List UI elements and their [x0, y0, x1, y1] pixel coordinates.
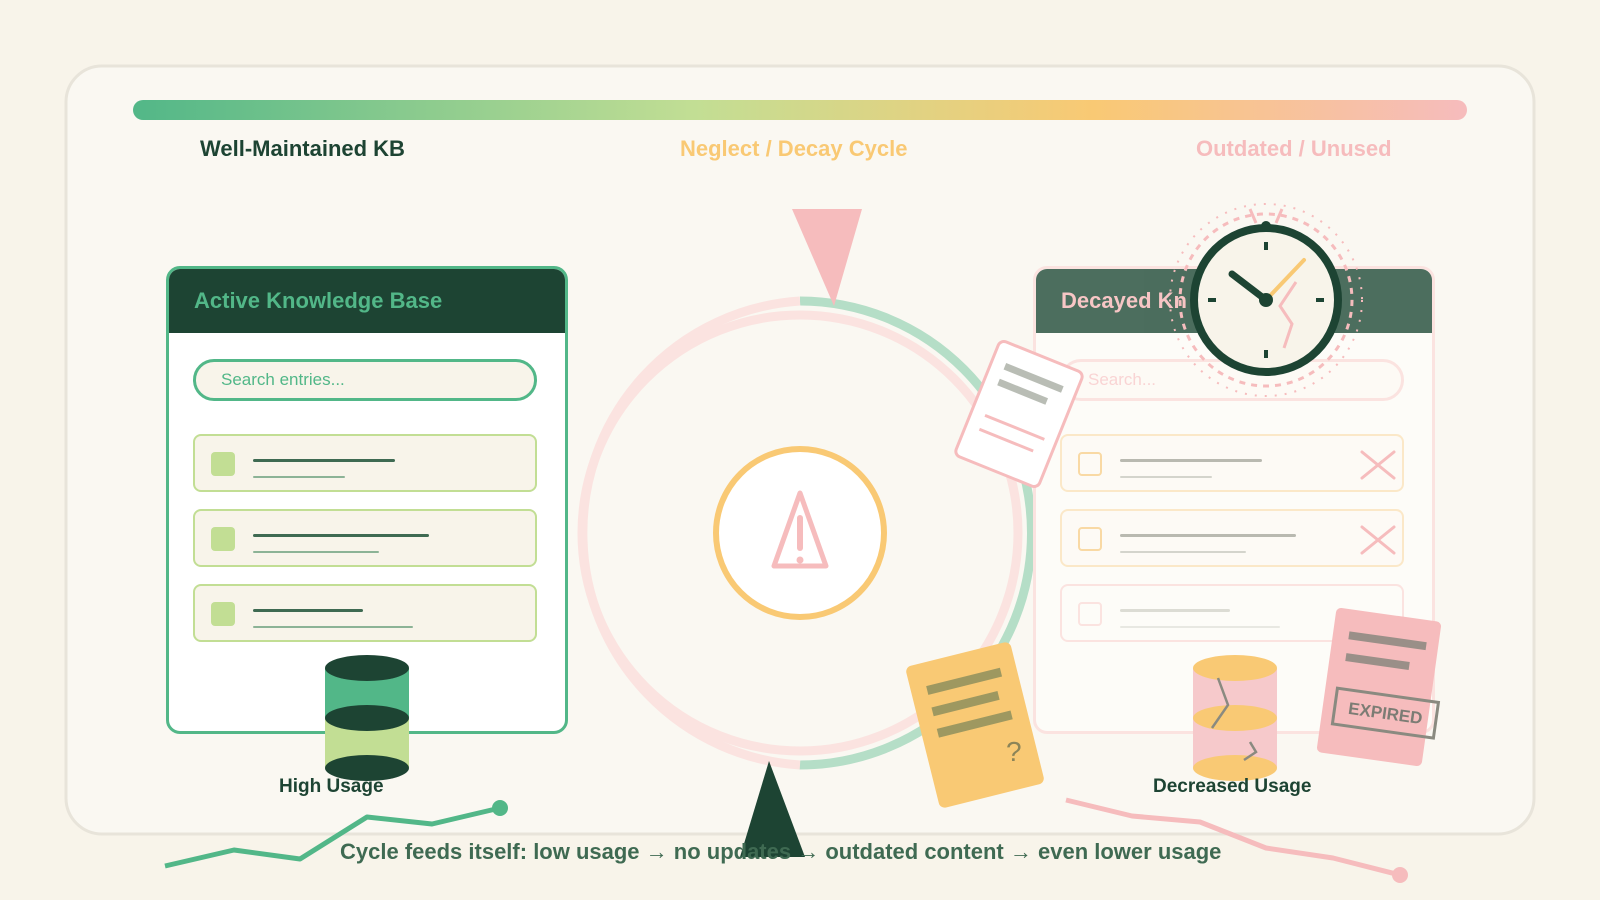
decreased-usage-label: Decreased Usage [1153, 776, 1312, 797]
cycle-caption: Cycle feeds itself: low usage → no updat… [340, 839, 1222, 864]
database-icon [325, 655, 409, 781]
database-icon [1193, 655, 1277, 781]
clock-icon [1169, 203, 1363, 397]
unclear-document-question-mark: ? [1006, 736, 1022, 767]
overlay-graphics [325, 203, 1441, 808]
document-icon [954, 339, 1084, 489]
document-icon [906, 642, 1044, 808]
document-icon [1317, 607, 1441, 767]
high-usage-label: High Usage [279, 776, 384, 797]
